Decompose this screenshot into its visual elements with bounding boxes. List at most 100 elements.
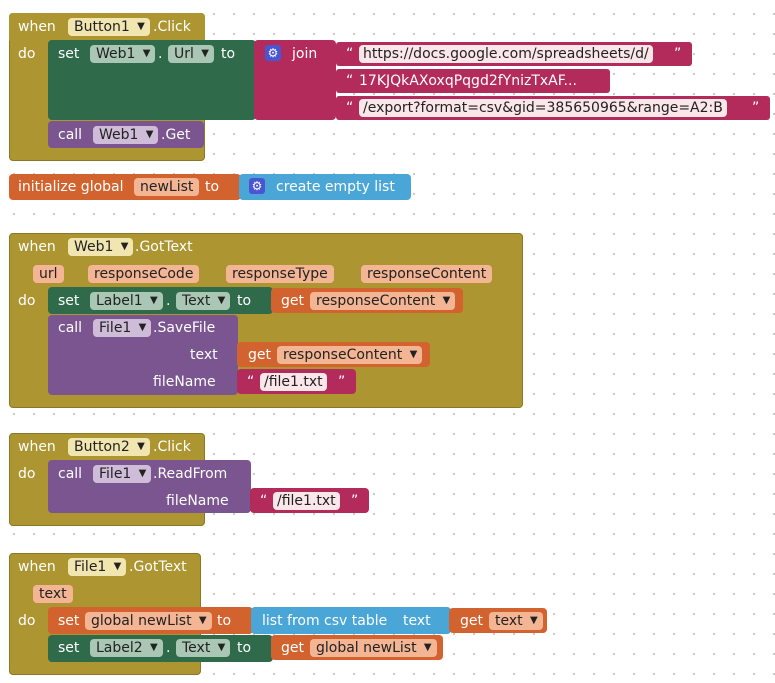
filename-socket-label: fileName [153,374,216,390]
method-name: .ReadFrom [153,466,228,482]
gear-icon[interactable]: ⚙ [265,45,281,61]
web1-dropdown[interactable]: Web1 ▼ [90,45,156,63]
to-keyword: to [217,613,232,629]
text-value[interactable]: /file1.txt [260,373,327,391]
filename-socket-label: fileName [166,493,229,509]
variable-dropdown[interactable]: responseContent ▼ [277,346,423,364]
call-keyword: call [58,320,83,336]
call-keyword: call [58,466,83,482]
when-keyword: when [18,559,56,575]
to-keyword: to [221,46,236,62]
text-value[interactable]: /export?format=csv&gid=385650965&range=A… [359,99,727,117]
do-keyword: do [18,293,36,309]
chevron-down-icon: ▼ [149,642,158,653]
param-responsetype[interactable]: responseType [226,265,334,283]
chevron-down-icon: ▼ [442,295,451,306]
to-keyword: to [237,640,252,656]
quote-close: ” [752,100,760,116]
quote-open: “ [346,46,354,62]
chevron-down-icon: ▼ [423,642,432,653]
to-keyword: to [237,293,252,309]
when-keyword: when [18,239,56,255]
chevron-down-icon: ▼ [201,48,209,59]
param-text[interactable]: text [33,585,73,603]
gear-icon[interactable]: ⚙ [249,178,265,194]
event-name: .Click [153,19,191,35]
param-responsecode[interactable]: responseCode [88,265,200,283]
list-from-csv-table-label: list from csv table [262,613,388,629]
dot: . [166,640,171,656]
chevron-down-icon: ▼ [137,21,145,32]
join-keyword: join [292,46,318,62]
get-keyword: get [281,640,304,656]
text-socket-label: text [190,347,218,363]
set-keyword: set [58,293,80,309]
event-name: .Click [153,439,191,455]
event-name: .GotText [135,239,193,255]
chevron-down-icon: ▼ [409,349,418,360]
component-dropdown[interactable]: Button2 ▼ [68,438,150,456]
url-property-dropdown[interactable]: Url ▼ [168,45,214,63]
chevron-down-icon: ▼ [149,295,158,306]
get-keyword: get [281,293,304,309]
chevron-down-icon: ▼ [145,129,154,140]
method-name: .Get [161,127,191,143]
do-keyword: do [18,46,36,62]
quote-close: ” [674,46,682,62]
chevron-down-icon: ▼ [217,295,226,306]
global-name-field[interactable]: newList [134,178,200,196]
chevron-down-icon: ▼ [217,642,226,653]
label2-dropdown[interactable]: Label2 ▼ [90,639,163,657]
chevron-down-icon: ▼ [529,615,538,626]
variable-dropdown[interactable]: responseContent ▼ [310,292,456,310]
web1-dropdown[interactable]: Web1 ▼ [93,126,159,144]
quote-close: ” [338,374,346,390]
component-dropdown[interactable]: Button1 ▼ [68,18,150,36]
get-keyword: get [460,613,483,629]
chevron-down-icon: ▼ [142,48,151,59]
label1-dropdown[interactable]: Label1 ▼ [90,292,163,310]
to-keyword: to [205,179,220,195]
method-name: .SaveFile [153,320,216,336]
quote-open: “ [346,73,354,89]
quote-open: “ [346,100,354,116]
quote-open: “ [260,493,268,509]
file1-dropdown[interactable]: File1 ▼ [93,319,152,337]
dot: . [158,46,163,62]
do-keyword: do [18,466,36,482]
when-keyword: when [18,19,56,35]
text-property-dropdown[interactable]: Text ▼ [176,292,231,310]
chevron-down-icon: ▼ [138,468,147,479]
text-value[interactable]: /file1.txt [273,492,340,510]
call-keyword: call [58,127,83,143]
do-keyword: do [18,613,36,629]
component-dropdown[interactable]: Web1 ▼ [68,238,134,256]
quote-close: ” [351,493,359,509]
get-keyword: get [248,347,271,363]
param-url[interactable]: url [33,265,64,283]
create-empty-list-label: create empty list [276,179,395,195]
variable-dropdown[interactable]: text ▼ [489,612,543,630]
set-keyword: set [58,46,80,62]
chevron-down-icon: ▼ [113,561,122,572]
chevron-down-icon: ▼ [120,241,129,252]
text-property-dropdown[interactable]: Text ▼ [176,639,231,657]
global-variable-dropdown[interactable]: global newList ▼ [310,639,437,657]
initialize-global-keyword: initialize global [18,179,124,195]
set-keyword: set [58,613,80,629]
when-keyword: when [18,439,56,455]
component-dropdown[interactable]: File1 ▼ [68,558,127,576]
chevron-down-icon: ▼ [198,615,207,626]
quote-open: “ [247,374,255,390]
text-value[interactable]: https://docs.google.com/spreadsheets/d/ [359,45,653,63]
chevron-down-icon: ▼ [137,441,145,452]
text-value-collapsed[interactable]: 17KJQkAXoxqPqgd2fYnizTxAF... [359,72,577,90]
global-variable-dropdown[interactable]: global newList ▼ [85,612,212,630]
param-responsecontent[interactable]: responseContent [361,265,493,283]
event-name: .GotText [129,559,187,575]
set-keyword: set [58,640,80,656]
dot: . [166,293,171,309]
file1-dropdown[interactable]: File1 ▼ [93,465,152,483]
chevron-down-icon: ▼ [138,322,147,333]
text-socket-label: text [403,613,431,629]
